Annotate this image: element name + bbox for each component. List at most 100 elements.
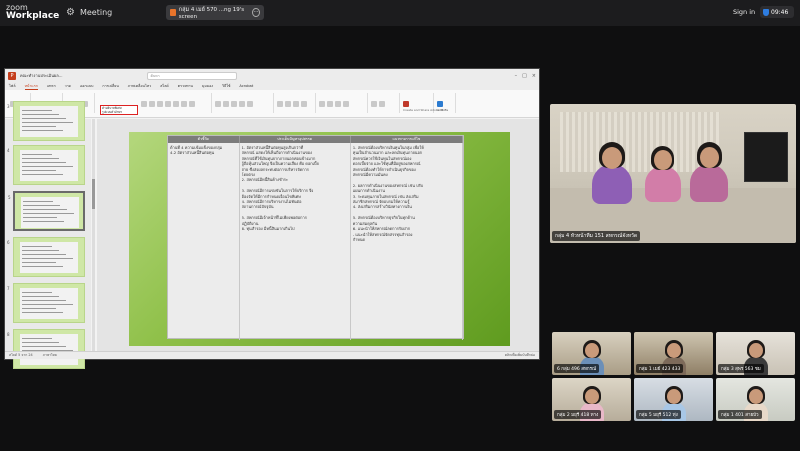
thumbnail-text-line bbox=[22, 130, 63, 131]
slide-thumbnail-number: 5 bbox=[8, 195, 11, 200]
ppt-menu-item[interactable]: ตรวจทาน bbox=[178, 83, 193, 89]
share-square-icon bbox=[170, 9, 176, 16]
gear-icon: ⚙ bbox=[66, 7, 75, 18]
thumbnail-text-line bbox=[22, 126, 56, 127]
font-group[interactable] bbox=[140, 93, 212, 113]
ppt-menu-item[interactable]: สไลด์ bbox=[160, 83, 169, 89]
thumbnail-text-line bbox=[22, 110, 52, 111]
drawing-group[interactable] bbox=[318, 93, 368, 113]
ppt-menu-item[interactable]: วาด bbox=[65, 83, 71, 89]
window-blinds bbox=[560, 112, 720, 172]
slide-thumbnail-number: 8 bbox=[7, 332, 10, 337]
participant-video-tile[interactable]: กลุ่ม 2 มยุรี 418 ทาง bbox=[552, 378, 631, 421]
participant-video-tile[interactable]: กลุ่ม 1 401 สายบัว bbox=[716, 378, 795, 421]
close-icon[interactable]: × bbox=[532, 73, 536, 79]
thumbnail-text-line bbox=[22, 254, 66, 255]
participant-name: 6 กลุ่ม 496 สหกรณ์ bbox=[554, 364, 600, 373]
participant-video-tile[interactable]: กลุ่ม 5 มยุรี 512 ทุ่ง bbox=[634, 378, 713, 421]
ppt-menu-item[interactable]: มุมมอง bbox=[202, 83, 213, 89]
participant-video-tile[interactable]: กลุ่ม 1 เมย์ 423 433 bbox=[634, 332, 713, 375]
thumbnail-text-line bbox=[22, 292, 52, 293]
table-cell-line: 4.2 อัตราส่วนหนี้สินต่อทุน bbox=[170, 150, 215, 156]
zoom-workplace-logo: zoom Workplace bbox=[6, 3, 59, 21]
ppt-search-box[interactable]: ค้นหา bbox=[146, 71, 237, 80]
meeting-tab[interactable]: ⚙ Meeting bbox=[66, 7, 112, 18]
participant-name: กลุ่ม 5 มยุรี 512 ทุ่ง bbox=[636, 410, 681, 419]
slide-thumbnail[interactable]: 3 bbox=[7, 101, 85, 141]
participant-face-1 bbox=[602, 147, 622, 169]
ppt-menu-item[interactable]: หน้าแรก bbox=[24, 83, 38, 90]
slide-thumbnail-number: 6 bbox=[7, 240, 10, 245]
share-label: กลุ่ม 4 เมย์ 570 ...ng 19's screen bbox=[178, 6, 245, 20]
ppt-menu-item[interactable]: การเปลี่ยน bbox=[102, 83, 118, 89]
indicator-column: ด้านที่ 4 ความเข้มแข็งของกลุ่ม 4.2 อัตราส… bbox=[168, 143, 240, 340]
slide-thumbnail[interactable]: 7 bbox=[7, 283, 85, 323]
thumbnail-text-line bbox=[22, 296, 59, 297]
more-options-icon[interactable]: ⋯ bbox=[252, 8, 260, 17]
participant-face bbox=[585, 343, 599, 358]
slide-thumbnail-number: 7 bbox=[7, 286, 10, 291]
thumbnail-text-line bbox=[22, 166, 73, 167]
highlighted-font-box[interactable]: คำอธิบายพิเศษ รูปแบบตัวอักษร bbox=[100, 105, 138, 115]
minimize-icon[interactable]: – bbox=[515, 73, 518, 79]
notes-hint[interactable]: คลิกเพื่อเพิ่มบันทึกย่อ bbox=[505, 353, 535, 358]
ppt-menu-item[interactable]: ไฟล์ bbox=[9, 83, 16, 89]
slide-thumbnail-number: 3 bbox=[7, 104, 10, 109]
participant-name: กลุ่ม 1 เมย์ 423 433 bbox=[636, 364, 684, 373]
shapes-group[interactable] bbox=[276, 93, 316, 113]
slide-thumbnail[interactable]: 4 bbox=[7, 145, 85, 185]
maximize-icon[interactable]: □ bbox=[522, 73, 527, 79]
slide-table-body: ด้านที่ 4 ความเข้มแข็งของกลุ่ม 4.2 อัตราส… bbox=[168, 143, 463, 340]
ppt-search-placeholder: ค้นหา bbox=[150, 73, 160, 78]
participant-face bbox=[667, 343, 681, 358]
thumbnail-text-line bbox=[22, 118, 66, 119]
header-solutions: แนวทางการแก้ไข bbox=[351, 136, 463, 143]
thumbnail-text-line bbox=[22, 300, 66, 301]
ppt-menu-item[interactable]: ออกแบบ bbox=[80, 83, 93, 89]
add-ins-button[interactable]: Add-ins bbox=[436, 93, 456, 113]
problems-column: 1. อัตราส่วนหนี้สินต่อทุนสูงเกินกว่าที่ส… bbox=[240, 143, 351, 340]
thumbnail-text-line bbox=[22, 122, 73, 123]
slide-thumbnail[interactable]: 6 bbox=[7, 237, 85, 277]
thumbnail-text-line bbox=[22, 170, 56, 171]
thumbnail-text-line bbox=[22, 346, 66, 347]
slide-canvas: ตัวชี้วัด ประเด็นปัญหาอุปสรรค แนวทางการแ… bbox=[97, 119, 539, 351]
paragraph-group[interactable] bbox=[214, 93, 274, 113]
current-slide[interactable]: ตัวชี้วัด ประเด็นปัญหาอุปสรรค แนวทางการแ… bbox=[129, 132, 510, 346]
meeting-timer[interactable]: 09:46 bbox=[760, 6, 794, 18]
participant-person-1 bbox=[592, 164, 632, 204]
table-cell-line: 6. ทุนสำรอง มีหนี้สินมากเกินไป bbox=[241, 226, 295, 232]
thumbnail-text-line bbox=[22, 338, 52, 339]
sign-in-button[interactable]: Sign in bbox=[733, 8, 755, 16]
editing-group[interactable] bbox=[370, 93, 400, 113]
thumbnail-text-line bbox=[22, 246, 52, 247]
participant-face-2 bbox=[654, 150, 672, 170]
participant-video-grid: 6 กลุ่ม 496 สหกรณ์ กลุ่ม 1 เมย์ 423 433 กล… bbox=[552, 332, 796, 422]
ppt-menu-item[interactable]: Acrobat bbox=[239, 84, 253, 88]
participant-name: กลุ่ม 2 มยุรี 418 ทาง bbox=[554, 410, 602, 419]
ppt-menu-bar: ไฟล์ หน้าแรก แทรก วาด ออกแบบ การเปลี่ยน ภาพเคล… bbox=[5, 82, 539, 90]
ppt-menu-item[interactable]: วิธีใช้ bbox=[222, 83, 230, 89]
thumbnail-text-line bbox=[22, 114, 59, 115]
thumbnail-scrollbar[interactable] bbox=[92, 119, 95, 351]
slide-thumbnail[interactable]: 8 bbox=[7, 329, 85, 369]
slide-table: ตัวชี้วัด ประเด็นปัญหาอุปสรรค แนวทางการแ… bbox=[167, 135, 464, 340]
participant-video-tile[interactable]: กลุ่ม 3 สุพร 563 ชม bbox=[716, 332, 795, 375]
ppt-menu-item[interactable]: ภาพเคลื่อนไหว bbox=[128, 83, 151, 89]
thumbnail-text-line bbox=[22, 266, 63, 267]
thumbnail-text-line bbox=[23, 205, 60, 206]
ppt-menu-item[interactable]: แทรก bbox=[47, 83, 56, 89]
scrollbar-thumb[interactable] bbox=[92, 179, 95, 209]
ppt-status-bar: สไลด์ 5 จาก 24 ภาษาไทย คลิกเพื่อเพิ่มบัน… bbox=[5, 351, 539, 359]
participant-video-tile[interactable]: 6 กลุ่ม 496 สหกรณ์ bbox=[552, 332, 631, 375]
slide-thumbnail[interactable]: 5 bbox=[8, 191, 85, 231]
participant-face-3 bbox=[700, 147, 719, 168]
screen-share-indicator[interactable]: กลุ่ม 4 เมย์ 570 ...ng 19's screen ⋯ bbox=[166, 5, 264, 20]
main-video-tile[interactable]: กลุ่ม 4 หัวหน้าทีม 151 สหกรณ์จังหวัด bbox=[550, 104, 796, 243]
thumbnail-text-line bbox=[23, 221, 64, 222]
language-indicator: ภาษาไทย bbox=[42, 353, 57, 357]
thumbnail-text-line bbox=[23, 201, 53, 202]
thumbnail-text-line bbox=[22, 262, 56, 263]
logo-line-2: Workplace bbox=[6, 11, 60, 21]
create-share-pdf-button[interactable]: Create and Share Adobe PDF bbox=[402, 93, 446, 113]
